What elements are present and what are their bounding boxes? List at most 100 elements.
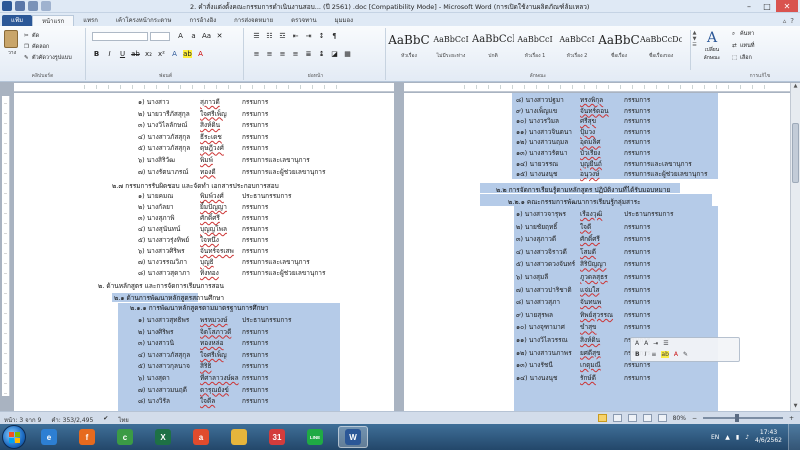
taskbar-app-button[interactable]: 31 xyxy=(262,426,292,448)
scroll-thumb[interactable] xyxy=(792,123,799,183)
volume-icon[interactable]: ♪ xyxy=(745,434,749,441)
outline-view-button[interactable] xyxy=(642,414,652,422)
horizontal-ruler-right[interactable] xyxy=(404,83,790,92)
superscript-icon[interactable]: x² xyxy=(157,50,166,58)
minimize-button[interactable]: – xyxy=(740,0,758,12)
taskbar-app-button[interactable]: e xyxy=(34,426,64,448)
copy-button[interactable]: ❐ คัดลอก xyxy=(24,43,49,51)
font-size-box[interactable] xyxy=(150,32,170,41)
sort-icon[interactable]: ↕ xyxy=(317,32,326,40)
shading-icon[interactable]: ◪ xyxy=(330,50,339,58)
style-item[interactable]: AaBbC ชื่อเรื่อง xyxy=(598,28,640,72)
bold-icon[interactable]: B xyxy=(92,50,101,58)
mini-color-icon[interactable]: A xyxy=(674,351,678,358)
zoom-knob[interactable] xyxy=(734,414,739,422)
vertical-ruler[interactable] xyxy=(2,96,10,396)
subscript-icon[interactable]: x₂ xyxy=(144,50,153,58)
styles-scroll[interactable]: ▲ ▼ ☰ xyxy=(690,30,698,70)
close-button[interactable]: ✕ xyxy=(776,0,798,12)
show-desktop-button[interactable] xyxy=(788,424,800,450)
word-app-icon[interactable] xyxy=(2,1,12,11)
zoom-in-icon[interactable]: + xyxy=(789,415,794,422)
style-item[interactable]: AaBbCcI ปกติ xyxy=(472,28,514,72)
font-name-box[interactable] xyxy=(92,32,148,41)
tab-view[interactable]: มุมมอง xyxy=(326,15,362,26)
show-marks-icon[interactable]: ¶ xyxy=(330,32,339,40)
taskbar-app-button[interactable]: W xyxy=(338,426,368,448)
zoom-level[interactable]: 80% xyxy=(673,415,686,422)
vertical-scrollbar[interactable]: ▲ ▼ xyxy=(790,83,800,411)
mini-center-icon[interactable]: ≡ xyxy=(651,351,656,358)
draft-view-button[interactable] xyxy=(657,414,667,422)
italic-icon[interactable]: I xyxy=(105,50,114,58)
taskbar-app-button[interactable]: X xyxy=(148,426,178,448)
scroll-down-icon[interactable]: ▼ xyxy=(791,403,800,411)
tab-mailings[interactable]: การส่งจดหมาย xyxy=(225,15,282,26)
find-button[interactable]: ⌕ ค้นหา xyxy=(732,30,755,38)
highlight-icon[interactable]: ab xyxy=(183,50,192,58)
cut-button[interactable]: ✂ ตัด xyxy=(24,32,39,40)
taskbar-app-button[interactable]: a xyxy=(186,426,216,448)
strikethrough-icon[interactable]: ab xyxy=(131,50,140,58)
borders-icon[interactable]: ▦ xyxy=(343,50,352,58)
multilevel-list-icon[interactable]: ☲ xyxy=(278,32,287,40)
tab-insert[interactable]: แทรก xyxy=(74,15,107,26)
mini-bold-icon[interactable]: B xyxy=(635,351,640,358)
mini-painter-icon[interactable]: ✎ xyxy=(683,351,688,358)
text-effects-icon[interactable]: A xyxy=(170,50,179,58)
style-item[interactable]: AaBbC หัวเรื่อง xyxy=(388,28,430,72)
change-styles-button[interactable]: A เปลี่ยนลักษณะ xyxy=(700,30,724,62)
save-icon[interactable] xyxy=(15,1,25,11)
maximize-button[interactable]: □ xyxy=(758,0,776,12)
style-item[interactable]: AaBbCcI ไม่มีระยะห่าง xyxy=(430,28,472,72)
justify-icon[interactable]: ≡ xyxy=(291,50,300,58)
taskbar-app-button[interactable] xyxy=(224,426,254,448)
format-painter-button[interactable]: ✎ ตัวคัดวางรูปแบบ xyxy=(24,54,72,62)
minimize-ribbon-icon[interactable]: ▵ xyxy=(783,17,787,25)
thai-distributed-icon[interactable]: ≣ xyxy=(304,50,313,58)
align-right-icon[interactable]: ≡ xyxy=(278,50,287,58)
bullets-icon[interactable]: ☰ xyxy=(252,32,261,40)
numbering-icon[interactable]: ☷ xyxy=(265,32,274,40)
tray-arrow-icon[interactable]: ▲ xyxy=(725,434,730,441)
tab-file[interactable]: แฟ้ม xyxy=(2,15,33,26)
mini-italic-icon[interactable]: I xyxy=(645,351,647,358)
full-screen-view-button[interactable] xyxy=(612,414,622,422)
font-color-icon[interactable]: A xyxy=(196,50,205,58)
style-item[interactable]: AaBbCcI หัวเรื่อง 1 xyxy=(514,28,556,72)
floating-mini-toolbar[interactable]: A A ⇥ ☰ B I ≡ ab A ✎ xyxy=(630,337,740,362)
start-button[interactable] xyxy=(2,425,26,449)
shrink-font-icon[interactable]: a xyxy=(189,32,198,40)
undo-icon[interactable] xyxy=(28,1,38,11)
tab-home[interactable]: หน้าแรก xyxy=(32,15,75,26)
document-page-right[interactable]: ๘) นางสาวปฐมา ทรงพิกุล กรรมการ ๙) นางเพ็ญแข… xyxy=(404,93,790,411)
mini-grow-icon[interactable]: A xyxy=(644,340,648,347)
language-indicator-tray[interactable]: EN xyxy=(711,434,719,441)
network-icon[interactable]: ▮ xyxy=(736,434,739,441)
tab-review[interactable]: ตรวจทาน xyxy=(282,15,325,26)
web-layout-view-button[interactable] xyxy=(627,414,637,422)
mini-highlight-icon[interactable]: ab xyxy=(661,351,669,358)
horizontal-ruler[interactable] xyxy=(14,83,394,92)
help-icon[interactable]: ? xyxy=(790,17,794,25)
select-button[interactable]: ⬚ เลือก xyxy=(732,54,755,62)
grow-font-icon[interactable]: A xyxy=(176,32,185,40)
align-center-icon[interactable]: ≡ xyxy=(265,50,274,58)
change-case-icon[interactable]: Aa xyxy=(202,32,211,40)
style-item[interactable]: AaBbCcDc ชื่อเรื่องรอง xyxy=(640,28,682,72)
print-layout-view-button[interactable] xyxy=(597,414,607,422)
redo-icon[interactable] xyxy=(41,1,51,11)
mini-list-icon[interactable]: ☰ xyxy=(663,340,668,347)
zoom-slider[interactable] xyxy=(702,414,783,422)
scroll-up-icon[interactable]: ▲ xyxy=(791,83,800,91)
taskbar-app-button[interactable]: c xyxy=(110,426,140,448)
clock[interactable]: 17:43 4/6/2562 xyxy=(755,429,782,445)
tab-page-layout[interactable]: เค้าโครงหน้ากระดาษ xyxy=(107,15,181,26)
zoom-out-icon[interactable]: − xyxy=(692,415,697,422)
decrease-indent-icon[interactable]: ⇤ xyxy=(291,32,300,40)
align-left-icon[interactable]: ≡ xyxy=(252,50,261,58)
paste-button[interactable]: วาง xyxy=(4,30,20,60)
tab-references[interactable]: การอ้างอิง xyxy=(180,15,225,26)
line-spacing-icon[interactable]: ↨ xyxy=(317,50,326,58)
document-page-left[interactable]: ๑) นางสาว สุภาวดี กรรมการ ๒) นายวารีภัสสุกุ… xyxy=(14,93,394,411)
